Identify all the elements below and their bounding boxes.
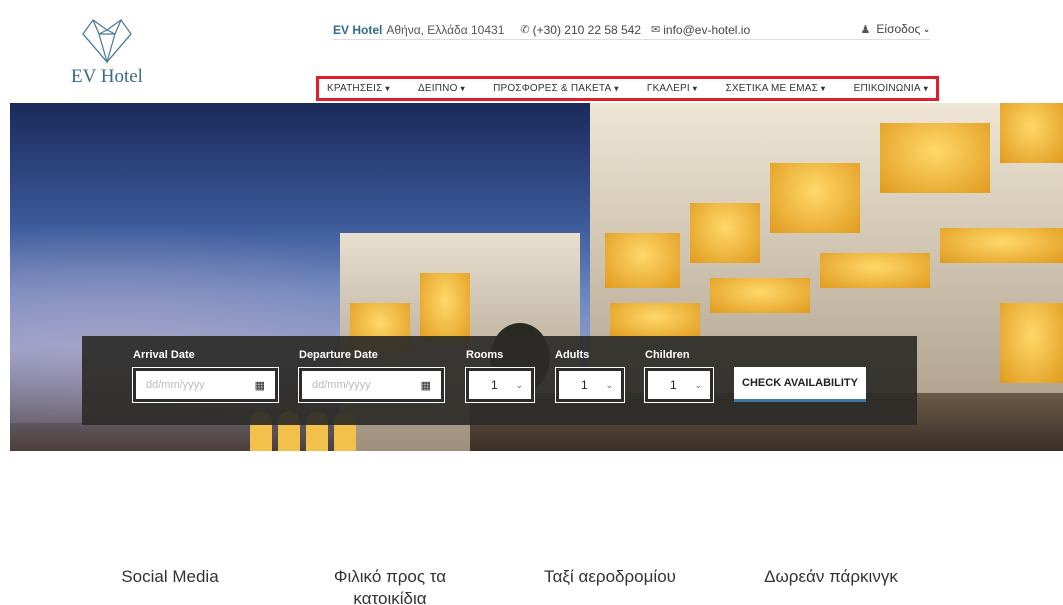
nav-item-dinner[interactable]: ΔΕΙΠΝΟ ▾ <box>418 83 465 94</box>
feature-pet-friendly: Φιλικό προς τα κατοικίδια <box>333 567 447 605</box>
lit-window <box>1000 103 1063 163</box>
nav-item-label: ΔΕΙΠΝΟ <box>418 83 458 94</box>
departure-date-input[interactable]: dd/mm/yyyy ▦ <box>298 367 445 403</box>
user-icon: ♟ <box>860 23 871 36</box>
chevron-down-icon: ▾ <box>614 84 619 93</box>
topbar-email[interactable]: ✉ info@ev-hotel.io <box>651 23 750 37</box>
lit-window <box>1000 303 1063 383</box>
feature-free-parking: Δωρεάν πάρκινγκ <box>764 567 898 586</box>
chevron-down-icon: ▾ <box>821 84 826 93</box>
lit-window <box>770 163 860 233</box>
children-label: Children <box>645 349 690 361</box>
nav-item-label: ΚΡΑΤΗΣΕΙΣ <box>327 83 383 94</box>
chevron-down-icon: ▾ <box>385 84 390 93</box>
calendar-icon: ▦ <box>420 379 431 392</box>
login-menu[interactable]: ♟ Είσοδος ⌄ <box>861 22 930 36</box>
topbar-address: Αθήνα, Ελλάδα 10431 <box>386 22 505 37</box>
top-info-bar: EV Hotel Αθήνα, Ελλάδα 10431 ✆ (+30) 210… <box>333 20 930 40</box>
arrival-date-input[interactable]: dd/mm/yyyy ▦ <box>132 367 279 403</box>
lit-window <box>690 203 760 263</box>
nav-item-about[interactable]: ΣΧΕΤΙΚΑ ΜΕ ΕΜΑΣ ▾ <box>725 83 825 94</box>
lit-window <box>820 253 930 288</box>
chevron-down-icon: ⌄ <box>605 379 613 390</box>
nav-item-label: ΓΚΑΛΕΡΙ <box>646 83 690 94</box>
chevron-down-icon: ⌄ <box>515 379 523 390</box>
nav-item-bookings[interactable]: ΚΡΑΤΗΣΕΙΣ ▾ <box>327 83 390 94</box>
adults-value: 1 <box>581 378 588 392</box>
adults-label: Adults <box>555 349 590 361</box>
lit-window <box>710 278 810 313</box>
check-availability-button[interactable]: CHECK AVAILABILITY <box>734 367 866 402</box>
diamond-logo-icon <box>82 19 132 64</box>
arrival-date-label: Arrival Date <box>133 349 195 361</box>
lit-window <box>605 233 680 288</box>
chevron-down-icon: ▾ <box>692 84 698 93</box>
phone-icon: ✆ <box>520 24 530 36</box>
nav-item-gallery[interactable]: ΓΚΑΛΕΡΙ ▾ <box>647 83 697 94</box>
logo-text: EV Hotel <box>71 66 143 87</box>
lit-window <box>940 228 1063 263</box>
nav-item-label: ΣΧΕΤΙΚΑ ΜΕ ΕΜΑΣ <box>725 83 819 94</box>
chevron-down-icon: ⌄ <box>694 379 702 390</box>
lit-window <box>420 273 470 343</box>
nav-item-label: ΕΠΙΚΟΙΝΩΝΙΑ <box>853 83 921 94</box>
adults-select[interactable]: 1 ⌄ <box>555 367 625 403</box>
chevron-down-icon: ⌄ <box>923 24 930 34</box>
children-select[interactable]: 1 ⌄ <box>644 367 714 403</box>
main-navigation: ΚΡΑΤΗΣΕΙΣ ▾ ΔΕΙΠΝΟ ▾ ΠΡΟΣΦΟΡΕΣ & ΠΑΚΕΤΑ … <box>316 76 939 101</box>
departure-date-placeholder: dd/mm/yyyy <box>312 379 371 391</box>
nav-item-label: ΠΡΟΣΦΟΡΕΣ & ΠΑΚΕΤΑ <box>493 83 612 94</box>
feature-airport-taxi: Ταξί αεροδρομίου <box>544 567 676 586</box>
rooms-label: Rooms <box>466 349 504 361</box>
email-text: info@ev-hotel.io <box>663 22 751 37</box>
envelope-icon: ✉ <box>651 24 661 36</box>
lit-window <box>880 123 990 193</box>
topbar-phone[interactable]: ✆ (+30) 210 22 58 542 <box>520 23 641 37</box>
nav-item-offers[interactable]: ΠΡΟΣΦΟΡΕΣ & ΠΑΚΕΤΑ ▾ <box>493 83 618 94</box>
rooms-value: 1 <box>491 378 498 392</box>
arrival-date-placeholder: dd/mm/yyyy <box>146 379 205 391</box>
booking-form: Arrival Date dd/mm/yyyy ▦ Departure Date… <box>82 336 917 425</box>
calendar-icon: ▦ <box>254 379 265 392</box>
rooms-select[interactable]: 1 ⌄ <box>465 367 535 403</box>
login-label: Είσοδος <box>876 22 921 36</box>
children-value: 1 <box>670 378 677 392</box>
departure-date-label: Departure Date <box>299 349 378 361</box>
chevron-down-icon: ▾ <box>923 84 928 93</box>
feature-social-media: Social Media <box>121 567 219 586</box>
nav-item-contact[interactable]: ΕΠΙΚΟΙΝΩΝΙΑ ▾ <box>854 83 928 94</box>
phone-text: (+30) 210 22 58 542 <box>532 22 642 37</box>
topbar-brand[interactable]: EV Hotel <box>333 23 382 37</box>
chevron-down-icon: ▾ <box>460 84 465 93</box>
site-logo[interactable]: EV Hotel <box>62 10 152 88</box>
lit-window <box>610 303 700 338</box>
